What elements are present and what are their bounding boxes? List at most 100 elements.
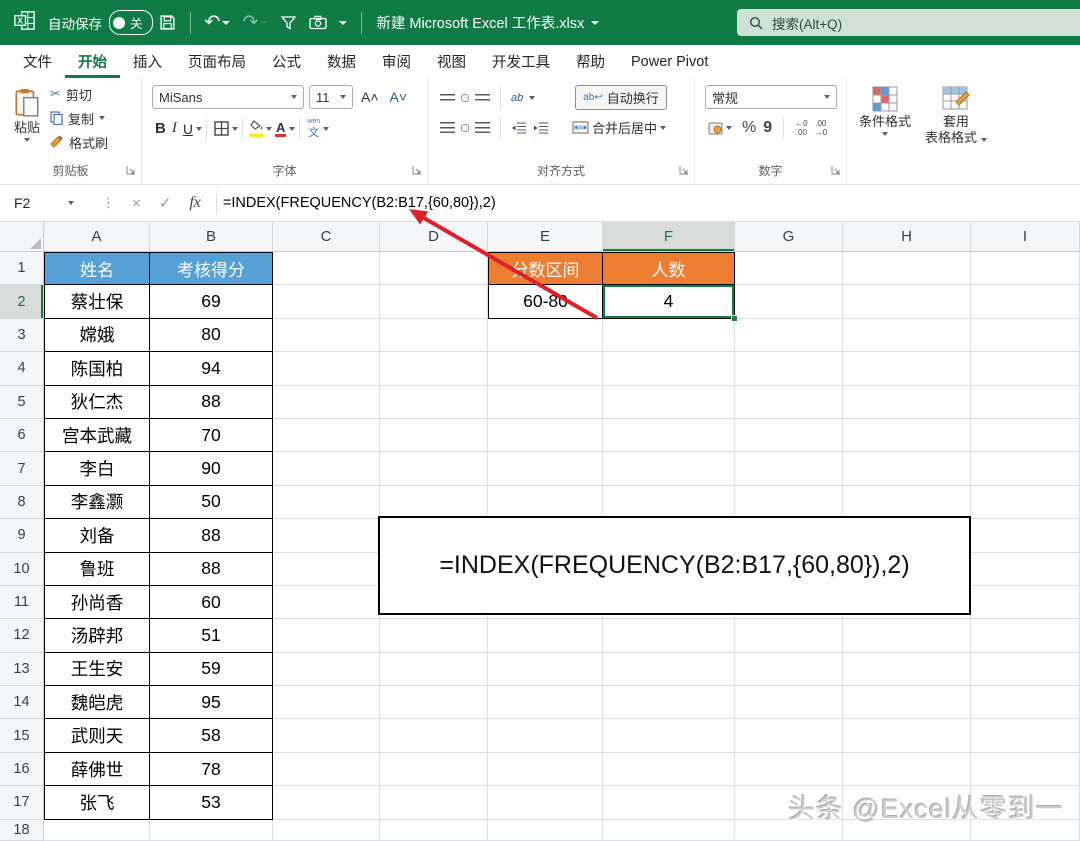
cell-C2[interactable]	[273, 285, 380, 318]
cell-F5[interactable]	[603, 386, 735, 419]
cell-D3[interactable]	[380, 319, 488, 352]
row-header-12[interactable]: 12	[0, 619, 44, 652]
cell-B9[interactable]: 88	[150, 519, 273, 552]
filter-button[interactable]	[280, 15, 297, 31]
tab-文件[interactable]: 文件	[10, 45, 65, 78]
column-header-D[interactable]: D	[380, 222, 488, 252]
cell-H14[interactable]	[843, 686, 971, 719]
cell-A2[interactable]: 蔡壮保	[44, 285, 150, 318]
cell-G2[interactable]	[735, 285, 843, 318]
cell-A9[interactable]: 刘备	[44, 519, 150, 552]
cell-E16[interactable]	[488, 753, 603, 786]
cell-G7[interactable]	[735, 452, 843, 485]
cell-F2[interactable]: 4	[603, 285, 735, 318]
cell-G6[interactable]	[735, 419, 843, 452]
cell-C13[interactable]	[273, 653, 380, 686]
cell-I12[interactable]	[971, 619, 1080, 652]
cell-F17[interactable]	[603, 786, 735, 819]
cell-A3[interactable]: 嫦娥	[44, 319, 150, 352]
cell-A15[interactable]: 武则天	[44, 719, 150, 752]
bold-button[interactable]: B	[152, 118, 169, 139]
cell-C3[interactable]	[273, 319, 380, 352]
cell-G8[interactable]	[735, 486, 843, 519]
increase-indent-icon[interactable]	[533, 122, 549, 134]
cell-C4[interactable]	[273, 352, 380, 385]
chevron-down-icon[interactable]	[289, 127, 295, 131]
cell-I4[interactable]	[971, 352, 1080, 385]
format-painter-button[interactable]: 格式刷	[50, 130, 108, 154]
cell-E1[interactable]: 分数区间	[488, 252, 603, 285]
cell-F14[interactable]	[603, 686, 735, 719]
cell-F3[interactable]	[603, 319, 735, 352]
cell-A18[interactable]	[44, 820, 150, 841]
italic-button[interactable]: I	[169, 118, 180, 139]
cell-H8[interactable]	[843, 486, 971, 519]
cell-G16[interactable]	[735, 753, 843, 786]
number-format-select[interactable]: 常规	[705, 85, 837, 109]
merge-center-button[interactable]: 合并后居中	[569, 116, 669, 139]
row-header-9[interactable]: 9	[0, 519, 44, 552]
tab-开始[interactable]: 开始	[65, 45, 120, 78]
cell-H5[interactable]	[843, 386, 971, 419]
cell-E8[interactable]	[488, 486, 603, 519]
cell-A4[interactable]: 陈国柏	[44, 352, 150, 385]
cell-C18[interactable]	[273, 820, 380, 841]
font-size-select[interactable]: 11	[309, 85, 353, 109]
cell-G4[interactable]	[735, 352, 843, 385]
tab-页面布局[interactable]: 页面布局	[175, 45, 259, 78]
cancel-entry-button[interactable]: ×	[132, 195, 141, 212]
cell-E6[interactable]	[488, 419, 603, 452]
cell-B7[interactable]: 90	[150, 452, 273, 485]
cell-C6[interactable]	[273, 419, 380, 452]
align-right-icon[interactable]	[475, 122, 490, 133]
cell-D18[interactable]	[380, 820, 488, 841]
cell-H4[interactable]	[843, 352, 971, 385]
chevron-down-icon[interactable]	[196, 127, 202, 131]
percent-style-button[interactable]: %	[742, 119, 756, 137]
cell-I13[interactable]	[971, 653, 1080, 686]
cell-C11[interactable]	[273, 586, 380, 619]
row-header-1[interactable]: 1	[0, 252, 44, 285]
cell-I1[interactable]	[971, 252, 1080, 285]
cell-D16[interactable]	[380, 753, 488, 786]
cell-C16[interactable]	[273, 753, 380, 786]
cell-A5[interactable]: 狄仁杰	[44, 386, 150, 419]
row-header-5[interactable]: 5	[0, 386, 44, 419]
cell-A14[interactable]: 魏皑虎	[44, 686, 150, 719]
cell-B4[interactable]: 94	[150, 352, 273, 385]
decrease-decimal-button[interactable]: .00 →0	[815, 119, 827, 137]
column-header-I[interactable]: I	[971, 222, 1080, 252]
cell-E14[interactable]	[488, 686, 603, 719]
cell-E3[interactable]	[488, 319, 603, 352]
column-header-E[interactable]: E	[488, 222, 603, 252]
wrap-text-button[interactable]: ab↩ 自动换行	[575, 85, 667, 110]
copy-button[interactable]: 复制	[50, 106, 108, 130]
cut-button[interactable]: ✂ 剪切	[50, 82, 108, 106]
cell-B6[interactable]: 70	[150, 419, 273, 452]
chevron-down-icon[interactable]	[222, 21, 230, 25]
cell-D2[interactable]	[380, 285, 488, 318]
row-header-8[interactable]: 8	[0, 486, 44, 519]
row-header-7[interactable]: 7	[0, 452, 44, 485]
chevron-down-icon[interactable]	[232, 127, 238, 131]
row-header-13[interactable]: 13	[0, 653, 44, 686]
cell-D4[interactable]	[380, 352, 488, 385]
cell-A8[interactable]: 李鑫灏	[44, 486, 150, 519]
cell-C5[interactable]	[273, 386, 380, 419]
tab-数据[interactable]: 数据	[314, 45, 369, 78]
chevron-down-icon[interactable]	[323, 127, 329, 131]
cell-F15[interactable]	[603, 719, 735, 752]
confirm-entry-button[interactable]: ✓	[159, 194, 172, 212]
save-button[interactable]	[159, 14, 176, 31]
cell-A10[interactable]: 鲁班	[44, 553, 150, 586]
cell-I14[interactable]	[971, 686, 1080, 719]
insert-function-button[interactable]: fx	[189, 194, 201, 212]
cell-B17[interactable]: 53	[150, 786, 273, 819]
row-header-15[interactable]: 15	[0, 719, 44, 752]
cell-C7[interactable]	[273, 452, 380, 485]
cell-E17[interactable]	[488, 786, 603, 819]
tab-开发工具[interactable]: 开发工具	[479, 45, 563, 78]
font-color-button[interactable]: A	[272, 119, 289, 139]
phonetic-guide-button[interactable]: wén 文	[304, 116, 323, 141]
cell-F6[interactable]	[603, 419, 735, 452]
